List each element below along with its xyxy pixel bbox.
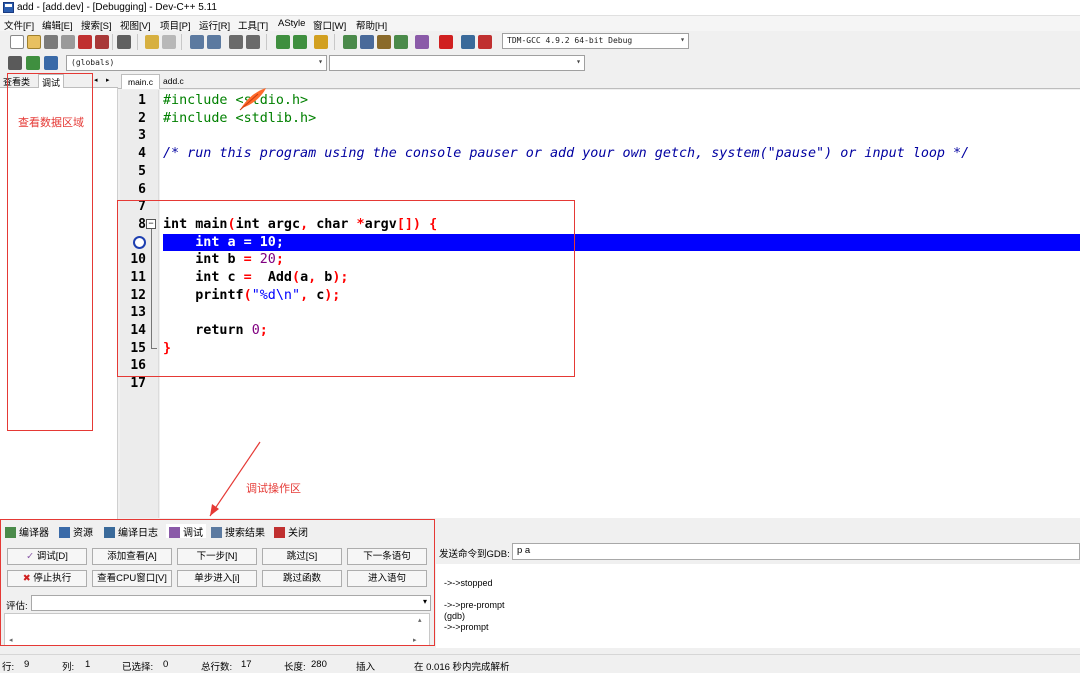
close-all-icon[interactable]	[95, 35, 109, 49]
gdb-output[interactable]	[436, 564, 1080, 648]
line-number: 6	[138, 182, 146, 197]
menu-window[interactable]: 窗口[W]	[313, 18, 346, 32]
gdb-command-input[interactable]: p a	[512, 543, 1080, 560]
goto-line-icon[interactable]	[229, 35, 243, 49]
debug-check-icon[interactable]	[415, 35, 429, 49]
tab-scroll-right-icon[interactable]: ▸	[106, 76, 110, 84]
line-number: 1	[138, 93, 146, 108]
scope-select[interactable]: (globals) ▾	[66, 55, 327, 71]
devcpp-app-icon	[3, 2, 14, 13]
print-icon[interactable]	[117, 35, 131, 49]
line-number: 2	[138, 111, 146, 126]
menu-view[interactable]: 视图[V]	[120, 18, 151, 32]
save-icon[interactable]	[44, 35, 58, 49]
toggle-icon[interactable]	[26, 56, 40, 70]
code-line-4: /* run this program using the console pa…	[163, 146, 970, 161]
gdb-output-line: ->->pre-prompt	[444, 600, 505, 610]
delete-profile-icon[interactable]	[478, 35, 492, 49]
annotation-box-debug-area	[0, 519, 435, 646]
redo-icon[interactable]	[162, 35, 176, 49]
menu-help[interactable]: 帮助[H]	[356, 18, 387, 32]
gdb-command-value: p a	[517, 545, 531, 556]
new-file-icon[interactable]	[10, 35, 24, 49]
rebuild-icon[interactable]	[394, 35, 408, 49]
status-parse: 在 0.016 秒内完成解析	[414, 662, 510, 673]
open-file-icon[interactable]	[27, 35, 41, 49]
menu-file[interactable]: 文件[F]	[4, 18, 34, 32]
stop-icon[interactable]	[439, 35, 453, 49]
menu-search[interactable]: 搜索[S]	[81, 18, 112, 32]
main-toolbar: TDM-GCC 4.9.2 64-bit Debug ▾	[0, 32, 1080, 52]
add-to-project-icon[interactable]	[276, 35, 290, 49]
status-bar: 行: 9 列: 1 已选择: 0 总行数: 17 长度: 280 插入 在 0.…	[0, 654, 1080, 673]
title-bar: add - [add.dev] - [Debugging] - Dev-C++ …	[0, 0, 1080, 16]
annotation-watch-area: 查看数据区域	[18, 117, 84, 129]
class-toolbar: (globals) ▾ ▾	[0, 53, 1080, 73]
profile-icon[interactable]	[461, 35, 475, 49]
annotation-arrow	[209, 441, 261, 517]
status-sel-label: 已选择:	[122, 662, 154, 673]
chevron-down-icon: ▾	[318, 57, 323, 66]
status-length-label: 长度:	[284, 662, 306, 673]
find-icon[interactable]	[190, 35, 204, 49]
compiler-select[interactable]: TDM-GCC 4.9.2 64-bit Debug ▾	[502, 33, 689, 49]
toolbar-separator	[181, 34, 182, 50]
menu-run[interactable]: 运行[R]	[199, 18, 230, 32]
save-all-icon[interactable]	[61, 35, 75, 49]
remove-from-project-icon[interactable]	[293, 35, 307, 49]
feather-cursor-icon	[239, 88, 266, 111]
toolbar-separator	[137, 34, 138, 50]
scope-select-value: (globals)	[71, 58, 115, 67]
status-length-value: 280	[311, 659, 327, 670]
toolbar-separator	[112, 34, 113, 50]
insert-icon[interactable]	[8, 56, 22, 70]
status-total-value: 17	[241, 659, 252, 670]
chevron-down-icon: ▾	[576, 57, 581, 66]
window-title: add - [add.dev] - [Debugging] - Dev-C++ …	[17, 2, 217, 13]
gdb-output-line: ->->prompt	[444, 622, 489, 632]
close-file-icon[interactable]	[78, 35, 92, 49]
toolbar-separator	[334, 34, 335, 50]
run-icon[interactable]	[360, 35, 374, 49]
goto-icon[interactable]	[44, 56, 58, 70]
gdb-output-line: ->->stopped	[444, 578, 493, 588]
status-row-value: 9	[24, 659, 30, 670]
gdb-output-line: (gdb)	[444, 611, 466, 621]
status-col-label: 列:	[62, 662, 75, 673]
chevron-down-icon: ▾	[680, 35, 685, 44]
symbol-select[interactable]: ▾	[329, 55, 585, 71]
tab-scroll-left-icon[interactable]: ◂	[94, 76, 98, 84]
menu-astyle[interactable]: AStyle	[278, 18, 305, 29]
tab-add-c[interactable]: add.c	[157, 74, 190, 89]
status-sel-value: 0	[163, 659, 169, 670]
undo-icon[interactable]	[145, 35, 159, 49]
line-number: 17	[130, 376, 146, 391]
toolbar-separator	[266, 34, 267, 50]
menu-project[interactable]: 项目[P]	[160, 18, 191, 32]
replace-icon[interactable]	[207, 35, 221, 49]
annotation-box-main-function	[117, 200, 575, 377]
line-number: 3	[138, 128, 146, 143]
tab-main-c[interactable]: main.c	[121, 74, 161, 89]
compile-run-icon[interactable]	[377, 35, 391, 49]
status-col-value: 1	[85, 659, 91, 670]
line-number: 4	[138, 146, 146, 161]
compiler-select-value: TDM-GCC 4.9.2 64-bit Debug	[507, 36, 633, 45]
compile-icon[interactable]	[343, 35, 357, 49]
menu-edit[interactable]: 编辑[E]	[42, 18, 73, 32]
project-options-icon[interactable]	[314, 35, 328, 49]
gdb-label: 发送命令到GDB:	[439, 549, 510, 560]
status-mode: 插入	[356, 662, 376, 673]
menu-bar: 文件[F] 编辑[E] 搜索[S] 视图[V] 项目[P] 运行[R] 工具[T…	[0, 16, 1080, 32]
bookmark-icon[interactable]	[246, 35, 260, 49]
status-total-label: 总行数:	[201, 662, 233, 673]
menu-tools[interactable]: 工具[T]	[238, 18, 268, 32]
line-number: 5	[138, 164, 146, 179]
code-line-2: #include <stdlib.h>	[163, 111, 317, 126]
status-row-label: 行:	[2, 662, 15, 673]
